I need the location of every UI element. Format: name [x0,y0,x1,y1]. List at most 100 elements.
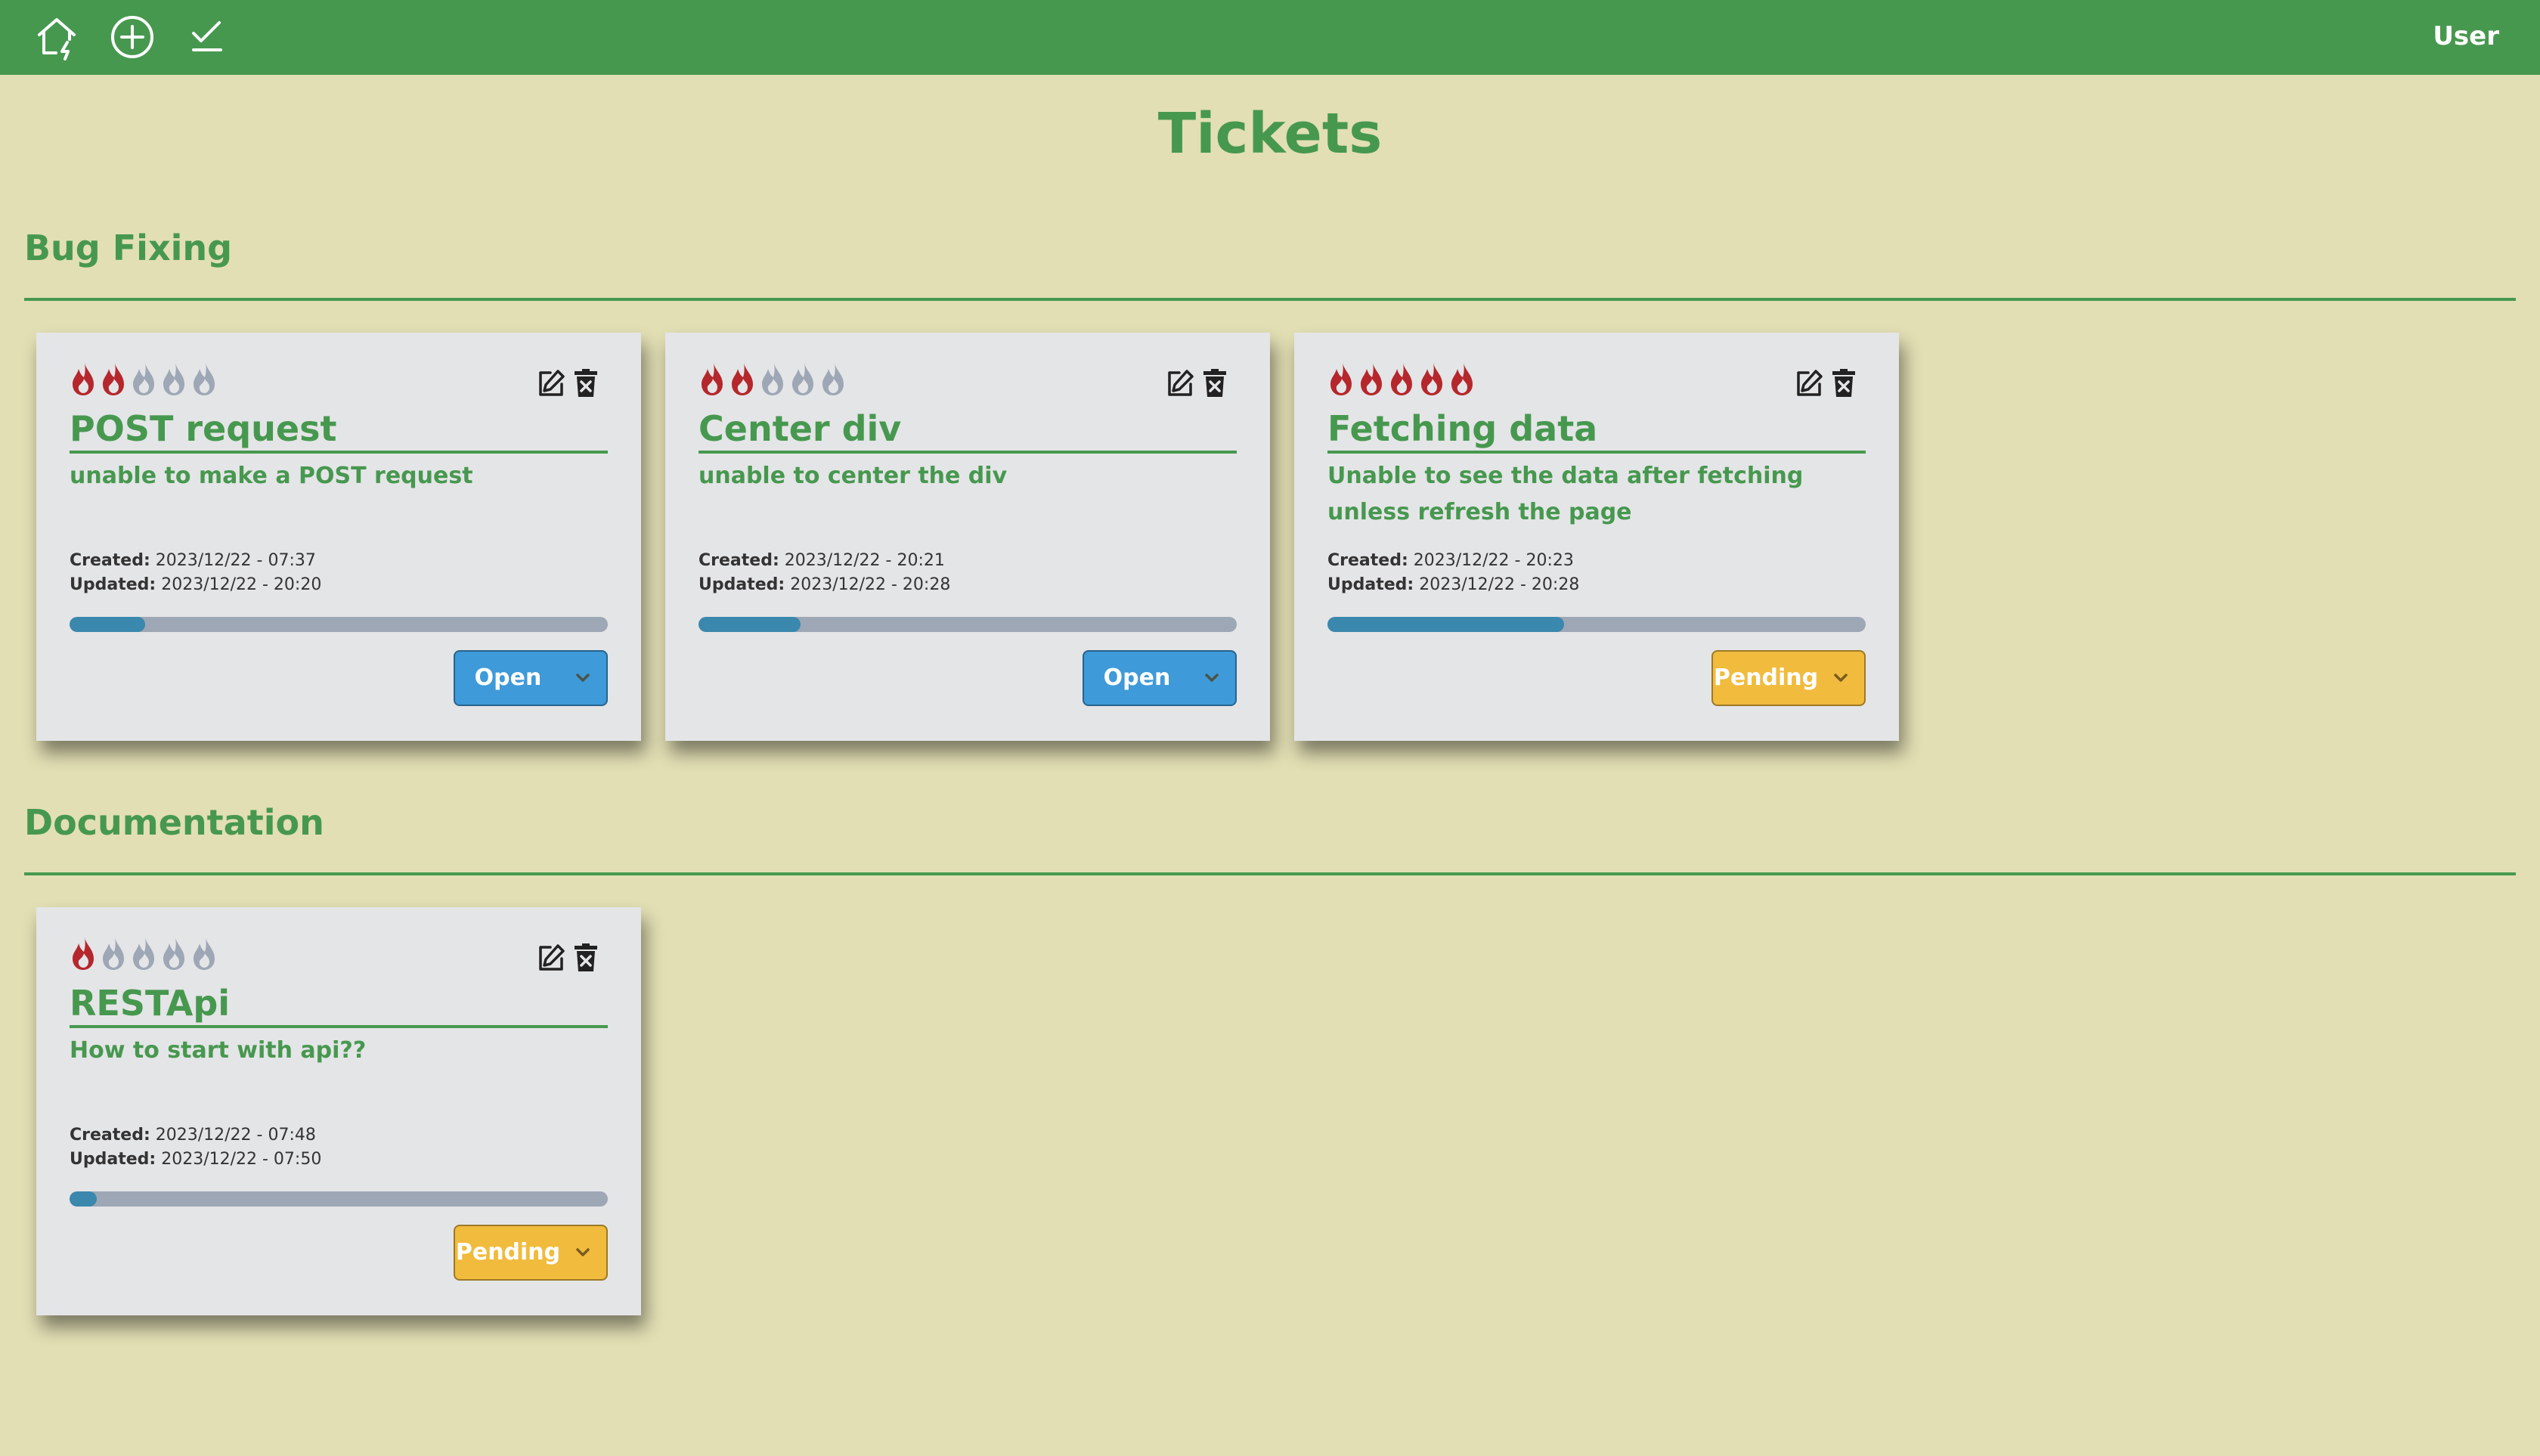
card-actions [1164,367,1231,399]
updated-label: Updated: [1327,575,1414,594]
status-value: Open [1103,664,1171,691]
chevron-down-icon [573,1243,593,1262]
delete-icon[interactable] [570,367,602,399]
updated-label: Updated: [70,1150,156,1169]
status-dropdown[interactable]: Open [1083,650,1237,706]
flame-inactive-icon [160,361,187,396]
created-row: Created: 2023/12/22 - 20:23 [1327,549,1866,573]
ticket-description: unable to center the div [698,463,1008,489]
flame-inactive-icon [130,936,157,971]
flame-active-icon [70,936,97,971]
flame-active-icon [1448,361,1476,396]
progress-fill [1327,617,1565,632]
updated-value: 2023/12/22 - 07:50 [161,1150,322,1169]
chevron-down-icon [1831,668,1851,688]
priority-rating [70,361,221,399]
updated-row: Updated: 2023/12/22 - 20:20 [70,573,608,597]
ticket-card[interactable]: Center div unable to center the div Create… [665,333,1270,741]
ticket-card[interactable]: Fetching data Unable to see the data afte… [1294,333,1899,741]
checklist-icon[interactable] [183,12,233,62]
ticket-timestamps: Created: 2023/12/22 - 20:21 Updated: 2023… [698,549,1237,597]
flame-active-icon [1358,361,1385,396]
created-row: Created: 2023/12/22 - 07:48 [70,1123,608,1148]
created-label: Created: [698,551,779,570]
priority-rating [1327,361,1479,399]
flame-active-icon [1388,361,1415,396]
ticket-description: unable to make a POST request [70,463,473,489]
edit-icon[interactable] [1793,367,1825,399]
status-dropdown[interactable]: Pending [454,1225,608,1281]
chevron-down-icon [1202,668,1222,688]
flame-inactive-icon [160,936,187,971]
flame-inactive-icon [130,361,157,396]
delete-icon[interactable] [570,942,602,974]
flame-active-icon [1327,361,1355,396]
flame-active-icon [1418,361,1445,396]
updated-row: Updated: 2023/12/22 - 20:28 [698,573,1237,597]
progress-bar [70,617,608,632]
created-label: Created: [70,1126,150,1145]
user-menu[interactable]: User [2433,21,2499,51]
status-value: Pending [455,1239,561,1265]
flame-active-icon [100,361,127,396]
ticket-timestamps: Created: 2023/12/22 - 07:48 Updated: 2023… [70,1123,608,1172]
ticket-timestamps: Created: 2023/12/22 - 20:23 Updated: 2023… [1327,549,1866,597]
flame-active-icon [70,361,97,396]
flame-inactive-icon [789,361,816,396]
flame-inactive-icon [190,361,218,396]
ticket-card[interactable]: POST request unable to make a POST reques… [36,333,641,741]
created-row: Created: 2023/12/22 - 20:21 [698,549,1237,573]
flame-inactive-icon [759,361,786,396]
section-title: Bug Fixing [24,228,233,268]
edit-icon[interactable] [1164,367,1196,399]
flame-active-icon [729,361,756,396]
flame-inactive-icon [100,936,127,971]
progress-fill [70,617,145,632]
progress-fill [70,1191,97,1207]
section-divider [24,872,2516,875]
progress-bar [698,617,1237,632]
updated-value: 2023/12/22 - 20:20 [161,575,322,594]
edit-icon[interactable] [535,942,567,974]
updated-label: Updated: [70,575,156,594]
delete-icon[interactable] [1199,367,1231,399]
created-value: 2023/12/22 - 20:21 [784,551,945,570]
ticket-title[interactable]: RESTApi [70,981,608,1028]
ticket-title[interactable]: Center div [698,407,1237,454]
add-ticket-icon[interactable] [107,12,157,62]
delete-icon[interactable] [1828,367,1860,399]
priority-rating [698,361,850,399]
edit-icon[interactable] [535,367,567,399]
flame-active-icon [698,361,726,396]
top-nav-bar: User [0,0,2540,75]
status-dropdown[interactable]: Open [454,650,608,706]
ticket-title[interactable]: Fetching data [1327,407,1866,454]
section-title: Documentation [24,802,324,843]
created-value: 2023/12/22 - 20:23 [1413,551,1574,570]
card-actions [535,367,602,399]
updated-value: 2023/12/22 - 20:28 [1419,575,1580,594]
chevron-down-icon [573,668,593,688]
status-dropdown[interactable]: Pending [1711,650,1866,706]
priority-rating [70,936,221,974]
progress-bar [70,1191,608,1207]
page-title: Tickets [1157,101,1383,166]
updated-row: Updated: 2023/12/22 - 20:28 [1327,573,1866,597]
status-value: Open [474,664,542,691]
created-row: Created: 2023/12/22 - 07:37 [70,549,608,573]
updated-row: Updated: 2023/12/22 - 07:50 [70,1148,608,1172]
created-label: Created: [1327,551,1408,570]
card-actions [1793,367,1860,399]
flame-inactive-icon [819,361,847,396]
updated-value: 2023/12/22 - 20:28 [790,575,951,594]
progress-bar [1327,617,1866,632]
ticket-card[interactable]: RESTApi How to start with api?? Created: 2… [36,907,641,1315]
ticket-title[interactable]: POST request [70,407,608,454]
created-value: 2023/12/22 - 07:48 [155,1126,316,1145]
ticket-description: Unable to see the data after fetching un… [1327,463,1804,525]
ticket-timestamps: Created: 2023/12/22 - 07:37 Updated: 2023… [70,549,608,597]
home-icon[interactable] [32,12,82,62]
progress-fill [698,617,801,632]
created-value: 2023/12/22 - 07:37 [155,551,316,570]
created-label: Created: [70,551,150,570]
